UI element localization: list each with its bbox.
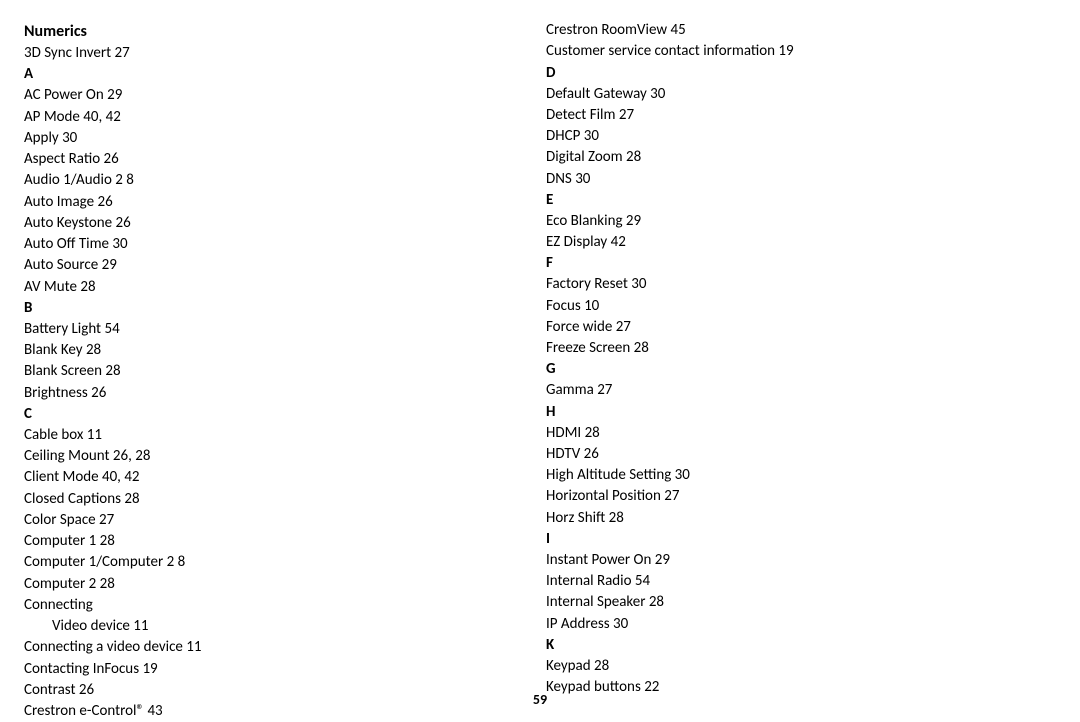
- index-entry: Force wide 27: [546, 317, 1036, 337]
- index-entry: Factory Reset 30: [546, 274, 1036, 294]
- index-entry: Detect Film 27: [546, 105, 1036, 125]
- index-entry: 3D Sync Invert 27: [24, 43, 514, 63]
- index-entry: AV Mute 28: [24, 277, 514, 297]
- index-entry: AC Power On 29: [24, 85, 514, 105]
- index-entry: HDTV 26: [546, 444, 1036, 464]
- index-entry: Blank Key 28: [24, 340, 514, 360]
- index-entry: EZ Display 42: [546, 232, 1036, 252]
- index-entry: Freeze Screen 28: [546, 338, 1036, 358]
- index-entry: Audio 1/Audio 2 8: [24, 170, 514, 190]
- index-entry: Connecting a video device 11: [24, 637, 514, 657]
- index-entry: Cable box 11: [24, 425, 514, 445]
- index-entry: Auto Source 29: [24, 255, 514, 275]
- index-entry: Customer service contact information 19: [546, 41, 1036, 61]
- index-letter-heading: C: [24, 405, 514, 423]
- index-entry: Contrast 26: [24, 680, 514, 700]
- index-entry: Computer 1/Computer 2 8: [24, 552, 514, 572]
- index-letter-heading: E: [546, 191, 1036, 209]
- index-letter-heading: K: [546, 636, 1036, 654]
- index-letter-heading: I: [546, 530, 1036, 548]
- index-letter-heading: A: [24, 65, 514, 83]
- index-entry: Instant Power On 29: [546, 550, 1036, 570]
- index-entry: High Altitude Setting 30: [546, 465, 1036, 485]
- index-entry: Auto Off Time 30: [24, 234, 514, 254]
- index-entry: AP Mode 40, 42: [24, 107, 514, 127]
- index-entry: Digital Zoom 28: [546, 147, 1036, 167]
- page-number: 59: [533, 691, 547, 708]
- index-entry: Battery Light 54: [24, 319, 514, 339]
- index-entry: HDMI 28: [546, 423, 1036, 443]
- index-entry: Internal Speaker 28: [546, 592, 1036, 612]
- index-letter-heading: H: [546, 403, 1036, 421]
- index-entry: Ceiling Mount 26, 28: [24, 446, 514, 466]
- index-entry: DNS 30: [546, 169, 1036, 189]
- index-entry: Auto Keystone 26: [24, 213, 514, 233]
- index-entry: Keypad buttons 22: [546, 677, 1036, 697]
- index-entry: Default Gateway 30: [546, 84, 1036, 104]
- index-entry: Eco Blanking 29: [546, 211, 1036, 231]
- index-entry: Internal Radio 54: [546, 571, 1036, 591]
- index-columns: Numerics 3D Sync Invert 27 A AC Power On 29…: [24, 20, 1056, 722]
- index-entry: Horizontal Position 27: [546, 486, 1036, 506]
- index-entry: Connecting: [24, 595, 514, 615]
- index-subentry: Video device 11: [24, 616, 514, 636]
- right-column: Crestron RoomView 45Customer service con…: [546, 20, 1036, 722]
- index-entry: Color Space 27: [24, 510, 514, 530]
- index-letter-heading: F: [546, 254, 1036, 272]
- index-entry: Client Mode 40, 42: [24, 467, 514, 487]
- left-column: Numerics 3D Sync Invert 27 A AC Power On 29…: [24, 20, 514, 722]
- index-entry: Keypad 28: [546, 656, 1036, 676]
- index-entry: Aspect Ratio 26: [24, 149, 514, 169]
- index-entry: Closed Captions 28: [24, 489, 514, 509]
- index-letter-heading: B: [24, 299, 514, 317]
- index-entry: Brightness 26: [24, 383, 514, 403]
- index-section-heading: Numerics: [24, 22, 514, 41]
- index-entry: Crestron RoomView 45: [546, 20, 1036, 40]
- index-entry: Auto Image 26: [24, 192, 514, 212]
- index-entry: IP Address 30: [546, 614, 1036, 634]
- index-entry: Apply 30: [24, 128, 514, 148]
- index-entry: Focus 10: [546, 296, 1036, 316]
- index-entry: Contacting InFocus 19: [24, 659, 514, 679]
- index-entry: Computer 1 28: [24, 531, 514, 551]
- index-entry: Crestron e-Control® 43: [24, 701, 514, 721]
- index-entry: Gamma 27: [546, 380, 1036, 400]
- index-letter-heading: D: [546, 64, 1036, 82]
- index-entry: Blank Screen 28: [24, 361, 514, 381]
- index-entry: Computer 2 28: [24, 574, 514, 594]
- index-entry: DHCP 30: [546, 126, 1036, 146]
- index-entry: Horz Shift 28: [546, 508, 1036, 528]
- index-letter-heading: G: [546, 360, 1036, 378]
